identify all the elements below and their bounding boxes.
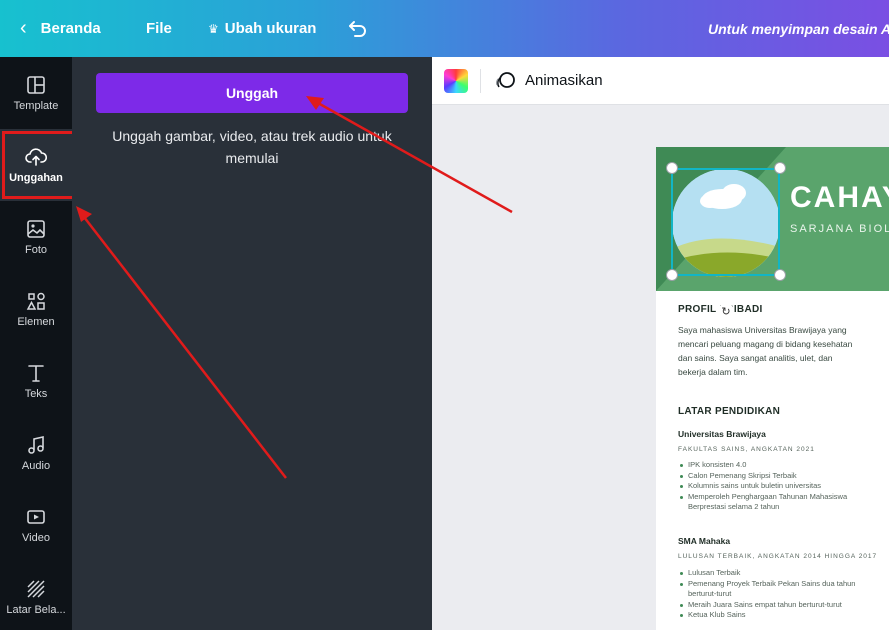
nav-video[interactable]: Video xyxy=(0,489,72,561)
image-icon xyxy=(27,220,45,238)
undo-button[interactable] xyxy=(348,0,368,57)
resize-handle-top-right[interactable] xyxy=(774,162,786,174)
school-name[interactable]: Universitas Brawijaya xyxy=(678,429,766,439)
shapes-icon xyxy=(26,292,45,310)
nav-label: Latar Bela... xyxy=(6,604,66,616)
selection-frame xyxy=(671,168,780,276)
nav-label: Teks xyxy=(24,388,48,400)
upload-hint: Unggah gambar, video, atau trek audio un… xyxy=(112,128,392,166)
crown-icon: ♛ xyxy=(208,21,219,36)
resize-button[interactable]: ♛ Ubah ukuran xyxy=(208,0,316,57)
nav-photos[interactable]: Foto xyxy=(0,201,72,273)
nav-template[interactable]: Template xyxy=(0,57,72,129)
video-icon xyxy=(27,510,45,524)
editor-toolbar: Animasikan xyxy=(432,57,889,105)
nav-elements[interactable]: Elemen xyxy=(0,273,72,345)
save-notice: Untuk menyimpan desain A xyxy=(708,20,889,37)
file-menu-button[interactable]: File xyxy=(146,0,172,57)
upload-button[interactable]: Unggah xyxy=(96,73,408,113)
music-note-icon xyxy=(28,436,44,454)
annotation-highlight-box xyxy=(2,131,80,199)
nav-label: Foto xyxy=(24,244,47,256)
nav-label: Template xyxy=(13,100,59,112)
rotate-handle[interactable]: ↻ xyxy=(718,303,734,319)
nav-background[interactable]: Latar Bela... xyxy=(0,561,72,630)
chevron-left-icon: ‹ xyxy=(20,17,27,39)
list-item: Lulusan Terbaik xyxy=(678,568,878,579)
template-icon xyxy=(27,76,45,94)
toolbar-divider xyxy=(480,69,481,93)
list-item: Ketua Klub Sains xyxy=(678,610,878,621)
text-icon xyxy=(28,365,44,382)
color-picker-button[interactable] xyxy=(444,69,468,93)
undo-icon xyxy=(349,20,366,37)
nav-label: Audio xyxy=(21,460,51,472)
animate-icon[interactable] xyxy=(494,70,516,92)
animate-button[interactable]: Animasikan xyxy=(525,72,603,89)
school-meta[interactable]: FAKULTAS SAINS, ANGKATAN 2021 xyxy=(678,446,815,453)
background-pattern-icon xyxy=(27,580,45,598)
education-title[interactable]: LATAR PENDIDIKAN xyxy=(678,406,780,417)
home-button[interactable]: ‹ Beranda xyxy=(20,0,101,57)
uploads-panel: Unggah Unggah gambar, video, atau trek a… xyxy=(72,57,432,630)
list-item: Meraih Juara Sains empat tahun berturut-… xyxy=(678,600,878,611)
rotate-icon: ↻ xyxy=(721,305,731,318)
resume-subtitle[interactable]: SARJANA BIOLO xyxy=(790,223,889,235)
nav-label: Video xyxy=(22,532,50,544)
profile-text[interactable]: Saya mahasiswa Universitas Brawijaya yan… xyxy=(678,323,853,379)
school-meta[interactable]: LULUSAN TERBAIK, ANGKATAN 2014 HINGGA 20… xyxy=(678,553,877,560)
resize-handle-bottom-right[interactable] xyxy=(774,269,786,281)
resume-name[interactable]: CAHAY xyxy=(790,181,889,215)
school-name[interactable]: SMA Mahaka xyxy=(678,536,730,546)
design-canvas: CAHAY SARJANA BIOLO PROFIL PRIBADI ↻ Say… xyxy=(432,105,889,630)
school-bullets[interactable]: Lulusan Terbaik Pemenang Proyek Terbaik … xyxy=(678,568,878,621)
nav-text[interactable]: Teks xyxy=(0,345,72,417)
list-item: Memperoleh Penghargaan Tahunan Mahasiswa… xyxy=(678,492,878,513)
resize-handle-bottom-left[interactable] xyxy=(666,269,678,281)
resize-label: Ubah ukuran xyxy=(224,20,317,37)
list-item: IPK konsisten 4.0 xyxy=(678,460,878,471)
school-bullets[interactable]: IPK konsisten 4.0 Calon Pemenang Skripsi… xyxy=(678,460,878,513)
home-label: Beranda xyxy=(40,20,101,37)
resume-page[interactable]: CAHAY SARJANA BIOLO PROFIL PRIBADI ↻ Say… xyxy=(656,147,889,630)
list-item: Kolumnis sains untuk buletin universitas xyxy=(678,481,878,492)
top-bar: ‹ Beranda File ♛ Ubah ukuran Untuk menyi… xyxy=(0,0,889,57)
resize-handle-top-left[interactable] xyxy=(666,162,678,174)
list-item: Pemenang Proyek Terbaik Pekan Sains dua … xyxy=(678,579,878,600)
list-item: Calon Pemenang Skripsi Terbaik xyxy=(678,471,878,482)
nav-label: Elemen xyxy=(17,316,55,328)
nav-audio[interactable]: Audio xyxy=(0,417,72,489)
